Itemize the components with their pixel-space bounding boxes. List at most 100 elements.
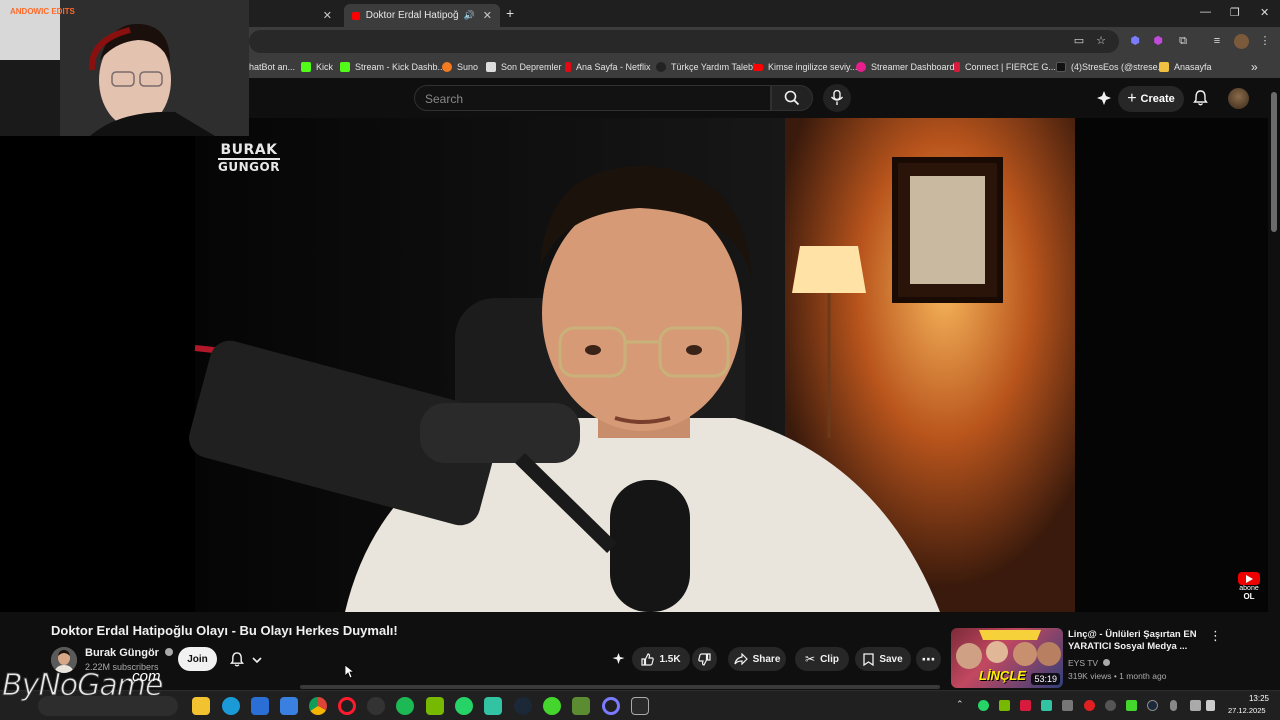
bookmark-item[interactable]: Streamer Dashboard (856, 60, 955, 74)
scrollbar-thumb[interactable] (1271, 92, 1277, 232)
bookmark-item[interactable]: Suno (442, 60, 478, 74)
search-button[interactable] (771, 85, 813, 111)
clock-time[interactable]: 13:25 (1243, 694, 1269, 703)
mail-icon[interactable] (280, 697, 298, 715)
recommended-channel[interactable]: EYS TV (1068, 658, 1111, 668)
clock-date[interactable]: 27.12.2025 (1228, 706, 1266, 715)
extension-icon[interactable]: ⬢ (1151, 34, 1165, 48)
video-player[interactable]: BURAK GUNGOR abone OL (0, 118, 1268, 612)
mouse-cursor-icon (345, 665, 355, 679)
minecraft-icon[interactable] (572, 697, 590, 715)
extension-icon[interactable]: ⬢ (1128, 34, 1142, 48)
youtube-favicon-icon (352, 11, 360, 20)
close-tab-icon[interactable]: ✕ (323, 9, 332, 22)
recommended-title[interactable]: Linç@ - Ünlüleri Şaşırtan EN YARATICI So… (1068, 629, 1208, 653)
file-explorer-icon[interactable] (192, 697, 210, 715)
close-window-button[interactable]: ✕ (1260, 6, 1269, 19)
razer-icon[interactable] (543, 697, 561, 715)
channel-name[interactable]: Burak Güngör (85, 647, 174, 659)
app-launcher-icon[interactable] (602, 697, 620, 715)
bookmark-item[interactable]: Stream - Kick Dashb... (340, 60, 445, 74)
opera-icon[interactable] (338, 697, 356, 715)
tray-record-icon[interactable] (1084, 700, 1095, 711)
bookmark-item[interactable]: Connect | FIERCE G... (954, 60, 1056, 74)
streamer-dashboard-icon (856, 62, 866, 72)
chrome-icon[interactable] (309, 697, 327, 715)
close-tab-icon[interactable]: ✕ (483, 9, 492, 22)
share-button[interactable]: Share (728, 647, 786, 671)
tray-app-icon[interactable] (1020, 700, 1031, 711)
extensions-puzzle-icon[interactable]: ⧉ (1176, 34, 1190, 48)
tray-volume-icon[interactable] (1206, 700, 1215, 711)
tray-steam-icon[interactable] (1147, 700, 1158, 711)
recommended-thumbnail[interactable]: LİNÇLE 53:19 (951, 628, 1063, 688)
suno-icon (442, 62, 452, 72)
overlay-label: ANDOWIC EDITS (10, 7, 75, 16)
voice-search-button[interactable] (823, 84, 851, 112)
edge-browser-icon[interactable] (222, 697, 240, 715)
tray-whatsapp-icon[interactable] (978, 700, 989, 711)
streamlabs-icon[interactable] (484, 697, 502, 715)
new-tab-button[interactable]: + (506, 5, 514, 21)
bookmark-item[interactable]: Son Depremler (486, 60, 562, 74)
obs-icon[interactable] (367, 697, 385, 715)
more-actions-button[interactable]: ⋯ (916, 647, 941, 671)
save-playlist-icon (863, 652, 874, 666)
audio-playing-icon[interactable]: 🔊 (464, 10, 475, 21)
subscribe-watermark[interactable]: abone OL (1236, 572, 1262, 601)
ask-ai-icon[interactable] (611, 653, 626, 671)
ai-sparkle-icon[interactable] (1097, 91, 1111, 105)
profile-avatar[interactable] (1234, 34, 1249, 49)
bookmark-item[interactable]: Anasayfa (1159, 60, 1212, 74)
cast-icon[interactable]: ▭ (1072, 34, 1086, 48)
join-button[interactable]: Join (178, 647, 217, 671)
store-icon[interactable] (251, 697, 269, 715)
dislike-button[interactable] (692, 647, 717, 671)
thumbs-up-icon (641, 652, 655, 666)
media-control-icon[interactable]: ≡ (1210, 34, 1224, 48)
thumbs-down-icon (698, 652, 711, 666)
address-bar[interactable] (249, 30, 1119, 53)
streamer-webcam-image (0, 0, 249, 136)
tray-streamlabs-icon[interactable] (1041, 700, 1052, 711)
epic-games-icon[interactable] (631, 697, 649, 715)
bookmark-item[interactable]: Kick (301, 60, 333, 74)
minimize-button[interactable]: — (1200, 6, 1211, 18)
search-input[interactable]: Search (414, 85, 771, 111)
share-icon (734, 653, 748, 665)
bookmark-item[interactable]: Kimse ingilizce seviy... (753, 60, 857, 74)
video-duration: 53:19 (1031, 673, 1060, 685)
bookmark-item[interactable]: hatBot an... (249, 60, 295, 74)
tab-inactive[interactable]: ✕ (250, 4, 340, 27)
bookmark-item[interactable]: Türkçe Yardım Talebi (656, 60, 755, 74)
support-icon (656, 62, 666, 72)
tray-obs-icon[interactable] (1105, 700, 1116, 711)
bookmark-star-icon[interactable]: ☆ (1094, 34, 1108, 48)
browser-menu-icon[interactable]: ⋮ (1258, 34, 1272, 48)
page-scrollbar[interactable] (1268, 78, 1280, 690)
notifications-bell-icon[interactable] (1193, 90, 1208, 111)
whatsapp-icon[interactable] (455, 697, 473, 715)
like-button[interactable]: 1.5K (632, 647, 690, 671)
recommended-video[interactable]: LİNÇLE 53:19 Linç@ - Ünlüleri Şaşırtan E… (951, 628, 1231, 688)
nvidia-icon[interactable] (426, 697, 444, 715)
tray-network-icon[interactable] (1190, 700, 1201, 711)
save-button[interactable]: Save (855, 647, 911, 671)
create-button[interactable]: + Create (1118, 86, 1184, 112)
clip-button[interactable]: ✂ Clip (795, 647, 849, 671)
bookmark-item[interactable]: Ana Sayfa - Netflix (565, 60, 651, 74)
tray-display-icon[interactable] (1062, 700, 1073, 711)
spotify-icon[interactable] (396, 697, 414, 715)
tab-active[interactable]: Doktor Erdal Hatipoğlu Ola 🔊 ✕ (344, 4, 500, 27)
tray-nvidia-icon[interactable] (999, 700, 1010, 711)
bookmark-item[interactable]: (4)StresEos (@strese... (1056, 60, 1165, 74)
account-avatar[interactable] (1228, 88, 1249, 109)
restore-button[interactable]: ❐ (1230, 6, 1240, 19)
recommended-menu-icon[interactable]: ⋮ (1209, 628, 1222, 644)
tray-razer-icon[interactable] (1126, 700, 1137, 711)
tray-overflow-icon[interactable]: ⌃ (956, 699, 964, 710)
steam-icon[interactable] (514, 697, 532, 715)
more-bookmarks-icon[interactable]: » (1251, 60, 1258, 74)
tray-microphone-icon[interactable] (1170, 700, 1177, 711)
subscription-bell-button[interactable] (224, 647, 270, 671)
